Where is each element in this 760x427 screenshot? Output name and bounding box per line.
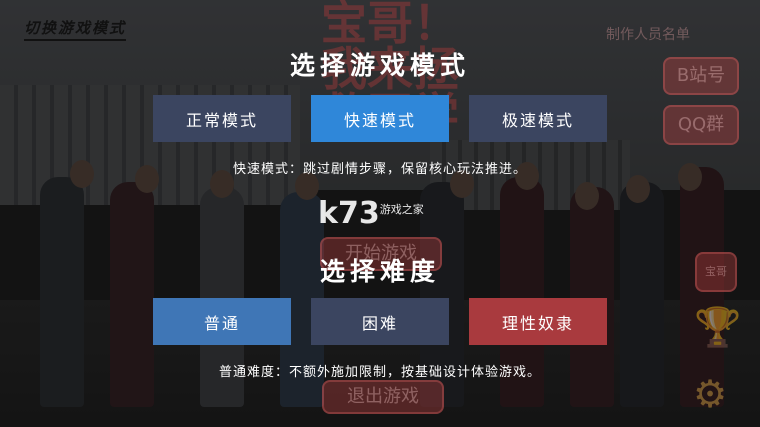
extreme-mode-button[interactable]: 极速模式 bbox=[469, 95, 607, 142]
background-exit-button: 退出游戏 bbox=[322, 380, 444, 414]
normal-mode-button[interactable]: 正常模式 bbox=[153, 95, 291, 142]
watermark-sub: 游戏之家 bbox=[379, 203, 424, 216]
trophy-icon: 🏆 bbox=[694, 305, 742, 349]
mode-description: 快速模式：跳过剧情步骤，保留核心玩法推进。 bbox=[232, 162, 527, 177]
difficulty-description: 普通难度：不额外施加限制，按基础设计体验游戏。 bbox=[218, 365, 541, 380]
k73-watermark: k73游戏之家 bbox=[318, 196, 424, 231]
switch-game-mode-label[interactable]: 切换游戏模式 bbox=[24, 17, 127, 41]
watermark-main: k73 bbox=[318, 196, 380, 231]
fast-mode-button[interactable]: 快速模式 bbox=[311, 95, 449, 142]
hard-difficulty-button[interactable]: 困难 bbox=[311, 298, 449, 345]
background-credits-text: 制作人员名单 bbox=[606, 27, 690, 43]
background-qq-button: QQ群 bbox=[663, 105, 739, 145]
mode-section-title: 选择游戏模式 bbox=[289, 51, 470, 80]
rational-slave-difficulty-button[interactable]: 理性奴隶 bbox=[469, 298, 607, 345]
difficulty-section-title: 选择难度 bbox=[319, 257, 440, 286]
normal-difficulty-button[interactable]: 普通 bbox=[153, 298, 291, 345]
